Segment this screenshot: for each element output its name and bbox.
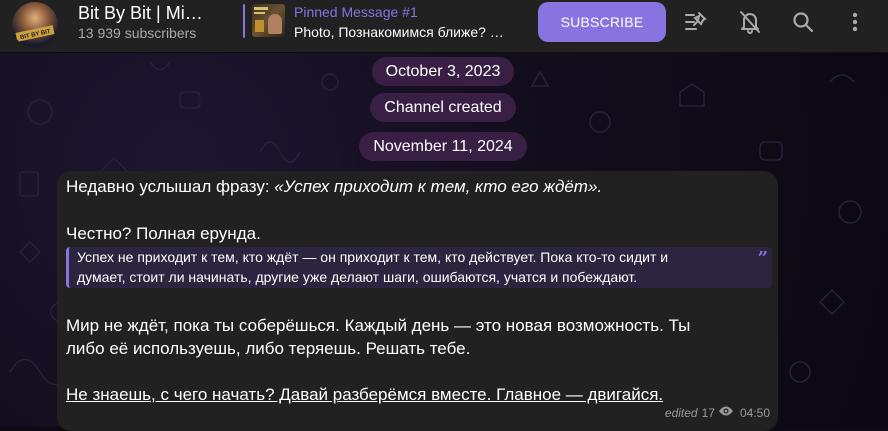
message-line: Недавно услышал фразу: «Успех приходит к… — [66, 177, 602, 197]
date-separator: October 3, 2023 — [372, 57, 514, 86]
pinned-indicator — [243, 4, 245, 38]
pinned-message-title[interactable]: Pinned Message #1 — [294, 4, 418, 20]
chat-header: BIT BY BIT Bit By Bit | Mi… 13 939 subsc… — [0, 0, 888, 53]
mute-bell-icon[interactable] — [737, 9, 763, 35]
more-vertical-icon[interactable] — [842, 9, 868, 35]
view-count: 17 — [701, 405, 715, 420]
message-time: 04:50 — [739, 405, 770, 420]
message-line: либо её используешь, либо теряешь. Решат… — [66, 339, 471, 358]
subscriber-count: 13 939 subscribers — [78, 25, 197, 41]
date-separator: November 11, 2024 — [359, 132, 527, 161]
channel-created-notice: Channel created — [370, 93, 516, 122]
edited-label: edited — [664, 405, 698, 420]
message-text: Недавно услышал фразу: — [66, 177, 275, 196]
channel-title[interactable]: Bit By Bit | Mi… — [78, 3, 218, 24]
message-meta: edited 17 04:50 — [665, 405, 770, 420]
pinned-message-text[interactable]: Photo, Познакомимся ближе? … — [294, 24, 519, 40]
message-underlined-line: Не знаешь, с чего начать? Давай разберём… — [66, 385, 664, 404]
message-italic-text: «Успех приходит к тем, кто его ждёт». — [274, 177, 603, 196]
quote-line: Успех не приходит к тем, кто ждёт — он п… — [77, 249, 669, 265]
message-line: Мир не ждёт, пока ты соберёшься. Каждый … — [66, 316, 691, 335]
eye-icon — [718, 405, 734, 420]
search-icon[interactable] — [790, 9, 816, 35]
avatar[interactable]: BIT BY BIT — [12, 2, 58, 48]
message-bubble[interactable]: Недавно услышал фразу: «Успех приходит к… — [57, 171, 778, 431]
subscribe-button[interactable]: SUBSCRIBE — [538, 2, 666, 42]
pinned-list-icon[interactable] — [684, 9, 710, 35]
blockquote: Успех не приходит к тем, кто ждёт — он п… — [66, 247, 772, 288]
message-line: Честно? Полная ерунда. — [66, 224, 261, 243]
quote-icon: ” — [757, 248, 768, 269]
quote-line: думает, стоит ли начинать, другие уже де… — [77, 269, 638, 285]
pinned-thumbnail[interactable] — [252, 4, 285, 37]
